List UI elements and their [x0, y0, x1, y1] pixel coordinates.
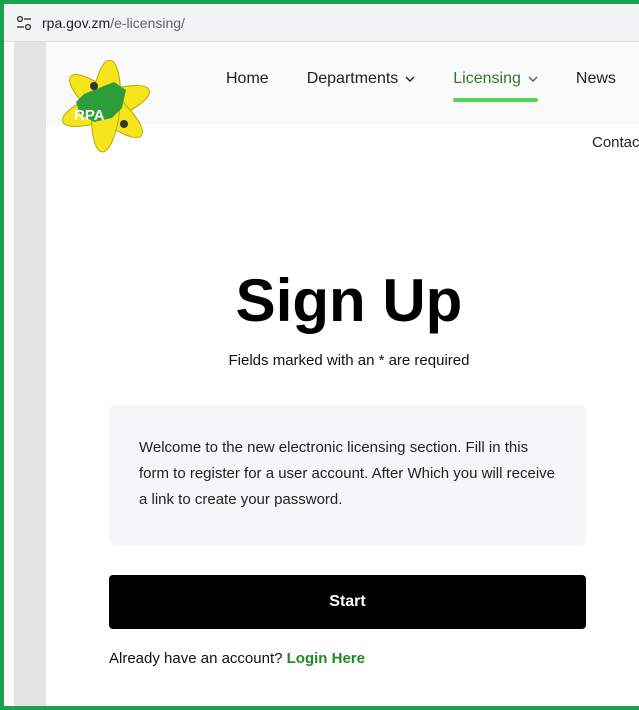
url-path: /e-licensing/ [110, 14, 185, 31]
nav-departments[interactable]: Departments [307, 70, 416, 88]
address-bar[interactable]: rpa.gov.zm/e-licensing/ [4, 4, 639, 42]
page-viewport: RPA Home Departments Licensing News Cont… [4, 42, 639, 706]
login-prompt: Already have an account? Login Here [109, 650, 365, 667]
left-gutter [14, 42, 46, 706]
page-title: Sign Up [235, 267, 463, 334]
chevron-down-icon [528, 76, 538, 83]
active-nav-underline [453, 98, 538, 102]
logo-text: RPA [74, 107, 105, 124]
login-link[interactable]: Login Here [287, 650, 365, 667]
intro-card: Welcome to the new electronic licensing … [109, 405, 586, 545]
chevron-down-icon [405, 76, 415, 83]
start-button[interactable]: Start [109, 575, 586, 629]
site-header: RPA Home Departments Licensing News [46, 42, 639, 153]
nav-home-label: Home [226, 70, 269, 87]
nav-news[interactable]: News [576, 70, 616, 88]
url-text[interactable]: rpa.gov.zm/e-licensing/ [42, 15, 185, 31]
nav-news-label: News [575, 70, 616, 87]
nav-departments-label: Departments [306, 70, 399, 87]
nav-licensing[interactable]: Licensing [453, 70, 538, 102]
nav-contact[interactable]: Contact [592, 134, 639, 151]
nav-home[interactable]: Home [226, 70, 269, 88]
left-edge [4, 42, 14, 706]
main-nav: Home Departments Licensing News [226, 70, 639, 102]
required-fields-note: Fields marked with an * are required [228, 352, 470, 369]
intro-text: Welcome to the new electronic licensing … [139, 439, 555, 508]
browser-window: rpa.gov.zm/e-licensing/ RPA Home Departm… [0, 0, 639, 710]
tune-icon[interactable] [14, 13, 34, 33]
url-host: rpa.gov.zm [42, 14, 111, 31]
rpa-logo[interactable]: RPA [54, 59, 154, 156]
login-prompt-text: Already have an account? [109, 650, 283, 667]
nav-licensing-label: Licensing [453, 70, 521, 87]
